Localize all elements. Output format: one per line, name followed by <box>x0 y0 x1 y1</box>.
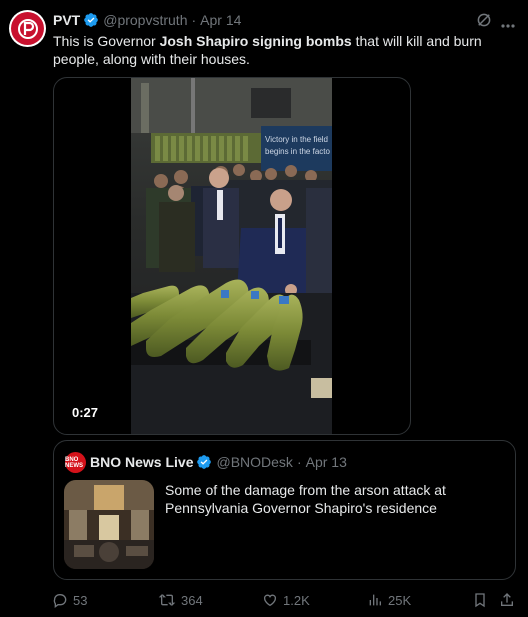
views-button[interactable]: 25K <box>367 592 411 608</box>
author-avatar[interactable] <box>9 10 46 47</box>
header-separator: · <box>191 12 197 28</box>
repost-count: 364 <box>181 592 203 608</box>
tweet-header: PVT @propvstruth · Apr 14 <box>53 11 241 29</box>
view-count: 25K <box>388 592 412 608</box>
tweet-text-part1: This is Governor <box>53 33 160 49</box>
quote-avatar[interactable]: BNO NEWS <box>65 452 86 473</box>
quote-author-handle[interactable]: @BNODesk <box>216 454 292 470</box>
tweet[interactable]: PVT @propvstruth · Apr 14 This is Govern… <box>0 0 528 617</box>
tweet-date[interactable]: Apr 14 <box>200 12 241 28</box>
author-name[interactable]: PVT <box>53 12 80 28</box>
like-icon <box>264 594 276 607</box>
quote-thumbnail[interactable] <box>64 480 154 569</box>
video-frame: Victory in the field begins in the facto <box>131 78 332 434</box>
tweet-text-bold: Josh Shapiro signing bombs <box>159 33 352 49</box>
share-icon <box>501 593 513 606</box>
like-count: 1.2K <box>283 592 310 608</box>
verified-badge-icon <box>83 12 99 28</box>
reply-button[interactable]: 53 <box>52 592 87 608</box>
tweet-text: This is Governor Josh Shapiro signing bo… <box>53 32 521 68</box>
reply-count: 53 <box>73 592 88 608</box>
action-bar: 53 364 1.2K 25K <box>0 592 528 612</box>
sign-text-2: begins in the facto <box>265 147 330 156</box>
bookmark-icon <box>475 593 485 608</box>
verified-badge-icon <box>196 454 212 470</box>
video-player[interactable]: Victory in the field begins in the facto <box>53 77 411 435</box>
author-handle[interactable]: @propvstruth <box>103 12 187 28</box>
repost-button[interactable]: 364 <box>158 592 203 608</box>
share-button[interactable] <box>499 592 515 608</box>
quote-date[interactable]: Apr 13 <box>306 454 347 470</box>
grok-icon[interactable] <box>475 11 493 34</box>
quote-text: Some of the damage from the arson attack… <box>165 482 446 516</box>
bookmark-button[interactable] <box>472 592 488 608</box>
like-button[interactable]: 1.2K <box>262 592 310 608</box>
reply-icon <box>53 594 67 608</box>
bno-logo-text: BNO NEWS <box>65 456 83 469</box>
quote-header: BNO News Live @BNODesk · Apr 13 <box>90 454 347 470</box>
quote-separator: · <box>296 454 302 470</box>
pvt-logo <box>11 12 44 45</box>
video-duration: 0:27 <box>72 405 99 420</box>
sign-text-1: Victory in the field <box>265 135 328 144</box>
quote-author-name[interactable]: BNO News Live <box>90 454 193 470</box>
views-icon <box>369 594 381 606</box>
quoted-tweet[interactable]: BNO NEWS BNO News Live @BNODesk · Apr 13 <box>53 440 516 580</box>
repost-icon <box>158 594 176 606</box>
